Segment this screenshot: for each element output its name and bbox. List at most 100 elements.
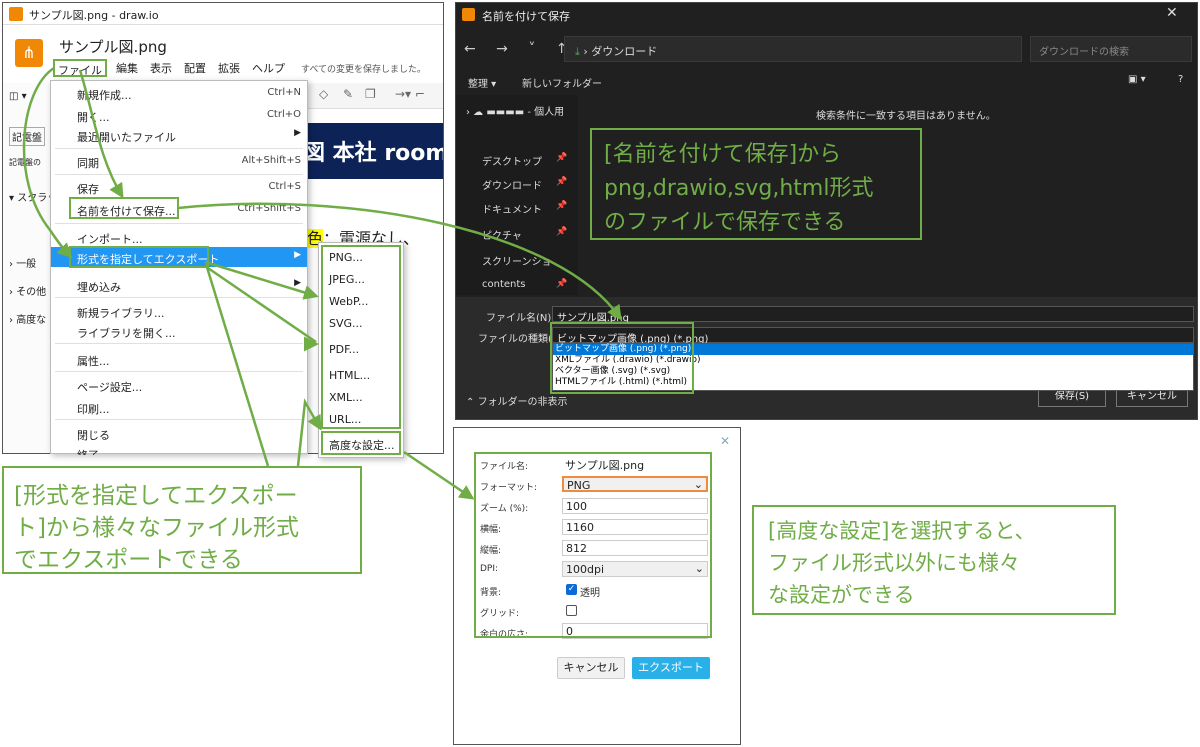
fill-color-icon[interactable]: ◇ bbox=[319, 87, 328, 101]
navigation-arrows[interactable]: ← → ˅ ↑ bbox=[464, 41, 576, 57]
line-color-icon[interactable]: ✎ bbox=[343, 87, 353, 101]
callout-export-line3: でエクスポートできる bbox=[14, 547, 243, 573]
menu-file[interactable]: ファイル bbox=[53, 59, 107, 77]
search-shapes-field[interactable]: 記電盤 bbox=[9, 127, 45, 146]
menu-item-open-library[interactable]: ライブラリを開く... bbox=[51, 321, 307, 343]
hide-folders-toggle[interactable]: ⌃ フォルダーの非表示 bbox=[466, 393, 568, 408]
organize-button[interactable]: 整理 ▾ bbox=[468, 75, 496, 90]
menu-view[interactable]: 表示 bbox=[147, 59, 175, 77]
format-toolbar: ◇ ✎ ❐ →▾ ⌐ bbox=[303, 83, 443, 109]
menu-item-open-library-label: ライブラリを開く... bbox=[77, 327, 176, 340]
nav-desktop-label: デスクトップ bbox=[482, 157, 542, 168]
menu-item-recent[interactable]: 最近開いたファイル ▶ bbox=[51, 125, 307, 147]
menu-item-sync[interactable]: 同期 Alt+Shift+S bbox=[51, 151, 307, 173]
highlight-export-formats bbox=[321, 245, 401, 429]
menu-extras[interactable]: 拡張 bbox=[215, 59, 243, 77]
drawio-app-icon bbox=[9, 7, 23, 21]
menu-item-embed[interactable]: 埋め込み ▶ bbox=[51, 275, 307, 297]
nav-onedrive[interactable]: › ☁ ▬▬▬▬ - 個人用 bbox=[466, 103, 564, 118]
nav-contents-label: contents bbox=[482, 279, 526, 290]
panel-hint: 記電盤の bbox=[9, 158, 41, 167]
shapes-panel: ◫ ▾ 記電盤 記電盤の ▾ スクラッ › 一般 › その他 › 高度な bbox=[3, 83, 57, 453]
nav-downloads[interactable]: ダウンロード 📌 bbox=[482, 177, 567, 192]
close-icon[interactable]: ✕ bbox=[1166, 5, 1178, 21]
menu-item-sync-label: 同期 bbox=[77, 157, 99, 170]
nav-downloads-label: ダウンロード bbox=[482, 181, 542, 192]
view-options-icon[interactable]: ▣ ▾ bbox=[1128, 74, 1146, 85]
address-path: ダウンロード bbox=[591, 45, 658, 58]
menu-item-close-label: 閉じる bbox=[77, 429, 110, 442]
menu-item-page-setup[interactable]: ページ設定... bbox=[51, 375, 307, 397]
nav-documents-label: ドキュメント bbox=[482, 205, 542, 216]
address-bar[interactable]: ⤓ › ダウンロード bbox=[564, 36, 1022, 62]
category-misc[interactable]: › その他 bbox=[9, 283, 46, 298]
menu-item-save-shortcut: Ctrl+S bbox=[268, 181, 301, 192]
pin-icon: 📌 bbox=[556, 279, 568, 289]
nav-contents[interactable]: contents 📌 bbox=[482, 279, 567, 290]
menu-item-open[interactable]: 開く... Ctrl+O bbox=[51, 105, 307, 127]
drawio-app-icon bbox=[462, 8, 475, 21]
filename-label: ファイル名(N): bbox=[486, 313, 555, 324]
category-general[interactable]: › 一般 bbox=[9, 255, 36, 270]
export-submenu: PNG... JPEG... WebP... SVG... PDF... HTM… bbox=[318, 242, 404, 458]
drawio-window-title: サンプル図.png - draw.io bbox=[29, 9, 159, 22]
pin-icon: 📌 bbox=[556, 227, 568, 237]
menu-item-open-shortcut: Ctrl+O bbox=[266, 109, 301, 120]
nav-onedrive-label: - 個人用 bbox=[527, 107, 565, 118]
drawio-logo: ⋔ bbox=[15, 39, 43, 67]
highlight-save-as bbox=[69, 197, 179, 219]
menu-help[interactable]: ヘルプ bbox=[249, 59, 288, 77]
menu-item-new-library[interactable]: 新規ライブラリ... bbox=[51, 301, 307, 323]
canvas-banner: 図 本社 room bbox=[303, 123, 443, 179]
file-menu-dropdown: 新規作成... Ctrl+N 開く... Ctrl+O 最近開いたファイル ▶ 同期 A… bbox=[50, 80, 308, 455]
menu-item-exit-label: 終了 bbox=[77, 449, 99, 455]
highlight-export-settings bbox=[474, 452, 712, 638]
pin-icon: 📌 bbox=[556, 177, 568, 187]
category-advanced[interactable]: › 高度な bbox=[9, 311, 46, 326]
export-dialog: ✕ ファイル名: サンプル図.png フォーマット: PNG ⌄ ズーム (%):… bbox=[453, 427, 741, 745]
shadow-icon[interactable]: ❐ bbox=[365, 87, 376, 101]
highlight-advanced bbox=[321, 431, 401, 455]
nav-documents[interactable]: ドキュメント 📌 bbox=[482, 201, 567, 216]
cancel-button[interactable]: キャンセル bbox=[557, 657, 625, 679]
export-button[interactable]: エクスポート bbox=[632, 657, 710, 679]
menu-item-open-label: 開く... bbox=[77, 111, 110, 124]
menu-item-properties[interactable]: 属性... bbox=[51, 349, 307, 371]
menu-item-close[interactable]: 閉じる bbox=[51, 423, 307, 445]
menu-item-print-label: 印刷... bbox=[77, 403, 110, 416]
nav-pictures-label: ピクチャ bbox=[482, 231, 522, 242]
document-name[interactable]: サンプル図.png bbox=[59, 36, 167, 57]
empty-message: 検索条件に一致する項目はありません。 bbox=[816, 111, 996, 122]
menu-item-print[interactable]: 印刷... bbox=[51, 397, 307, 419]
callout-advanced-line1: [高度な設定]を選択すると、 bbox=[768, 519, 1036, 543]
callout-saveas-line2: png,drawio,svg,html形式 bbox=[604, 176, 874, 201]
save-status: すべての変更を保存しました。 bbox=[301, 65, 427, 75]
navigation-pane: › ☁ ▬▬▬▬ - 個人用 デスクトップ 📌 ダウンロード 📌 ドキュメント 📌 ピ… bbox=[456, 95, 578, 295]
menu-item-import-label: インポート... bbox=[77, 233, 143, 246]
filename-input[interactable]: サンプル図.png bbox=[552, 306, 1194, 324]
menu-item-save[interactable]: 保存 Ctrl+S bbox=[51, 177, 307, 199]
callout-advanced-line2: ファイル形式以外にも様々 bbox=[768, 551, 1020, 575]
menu-item-properties-label: 属性... bbox=[77, 355, 110, 368]
search-input[interactable]: ダウンロードの検索 bbox=[1030, 36, 1192, 62]
help-icon[interactable]: ? bbox=[1178, 74, 1183, 85]
close-icon[interactable]: ✕ bbox=[720, 434, 730, 448]
menu-item-exit[interactable]: 終了 bbox=[51, 443, 307, 455]
new-folder-button[interactable]: 新しいフォルダー bbox=[522, 75, 602, 90]
menu-item-page-setup-label: ページ設定... bbox=[77, 381, 143, 394]
nav-desktop[interactable]: デスクトップ 📌 bbox=[482, 153, 567, 168]
menu-item-sync-shortcut: Alt+Shift+S bbox=[241, 155, 301, 166]
menu-item-embed-label: 埋め込み bbox=[77, 281, 121, 294]
panel-toggle-icon[interactable]: ◫ ▾ bbox=[9, 91, 27, 102]
save-as-toolbar: 整理 ▾ 新しいフォルダー ▣ ▾ ? bbox=[456, 71, 1197, 93]
download-icon: ⤓ bbox=[575, 45, 580, 58]
connector-icon[interactable]: →▾ ⌐ bbox=[395, 87, 425, 101]
nav-pictures[interactable]: ピクチャ 📌 bbox=[482, 227, 567, 242]
menu-item-save-label: 保存 bbox=[77, 183, 99, 196]
menu-edit[interactable]: 編集 bbox=[113, 59, 141, 77]
highlight-export-as bbox=[69, 246, 209, 268]
callout-export-line1: [形式を指定してエクスポー bbox=[14, 483, 298, 509]
menu-item-new[interactable]: 新規作成... Ctrl+N bbox=[51, 83, 307, 105]
menu-arrange[interactable]: 配置 bbox=[181, 59, 209, 77]
nav-screenshots[interactable]: スクリーンショット bbox=[482, 253, 552, 268]
